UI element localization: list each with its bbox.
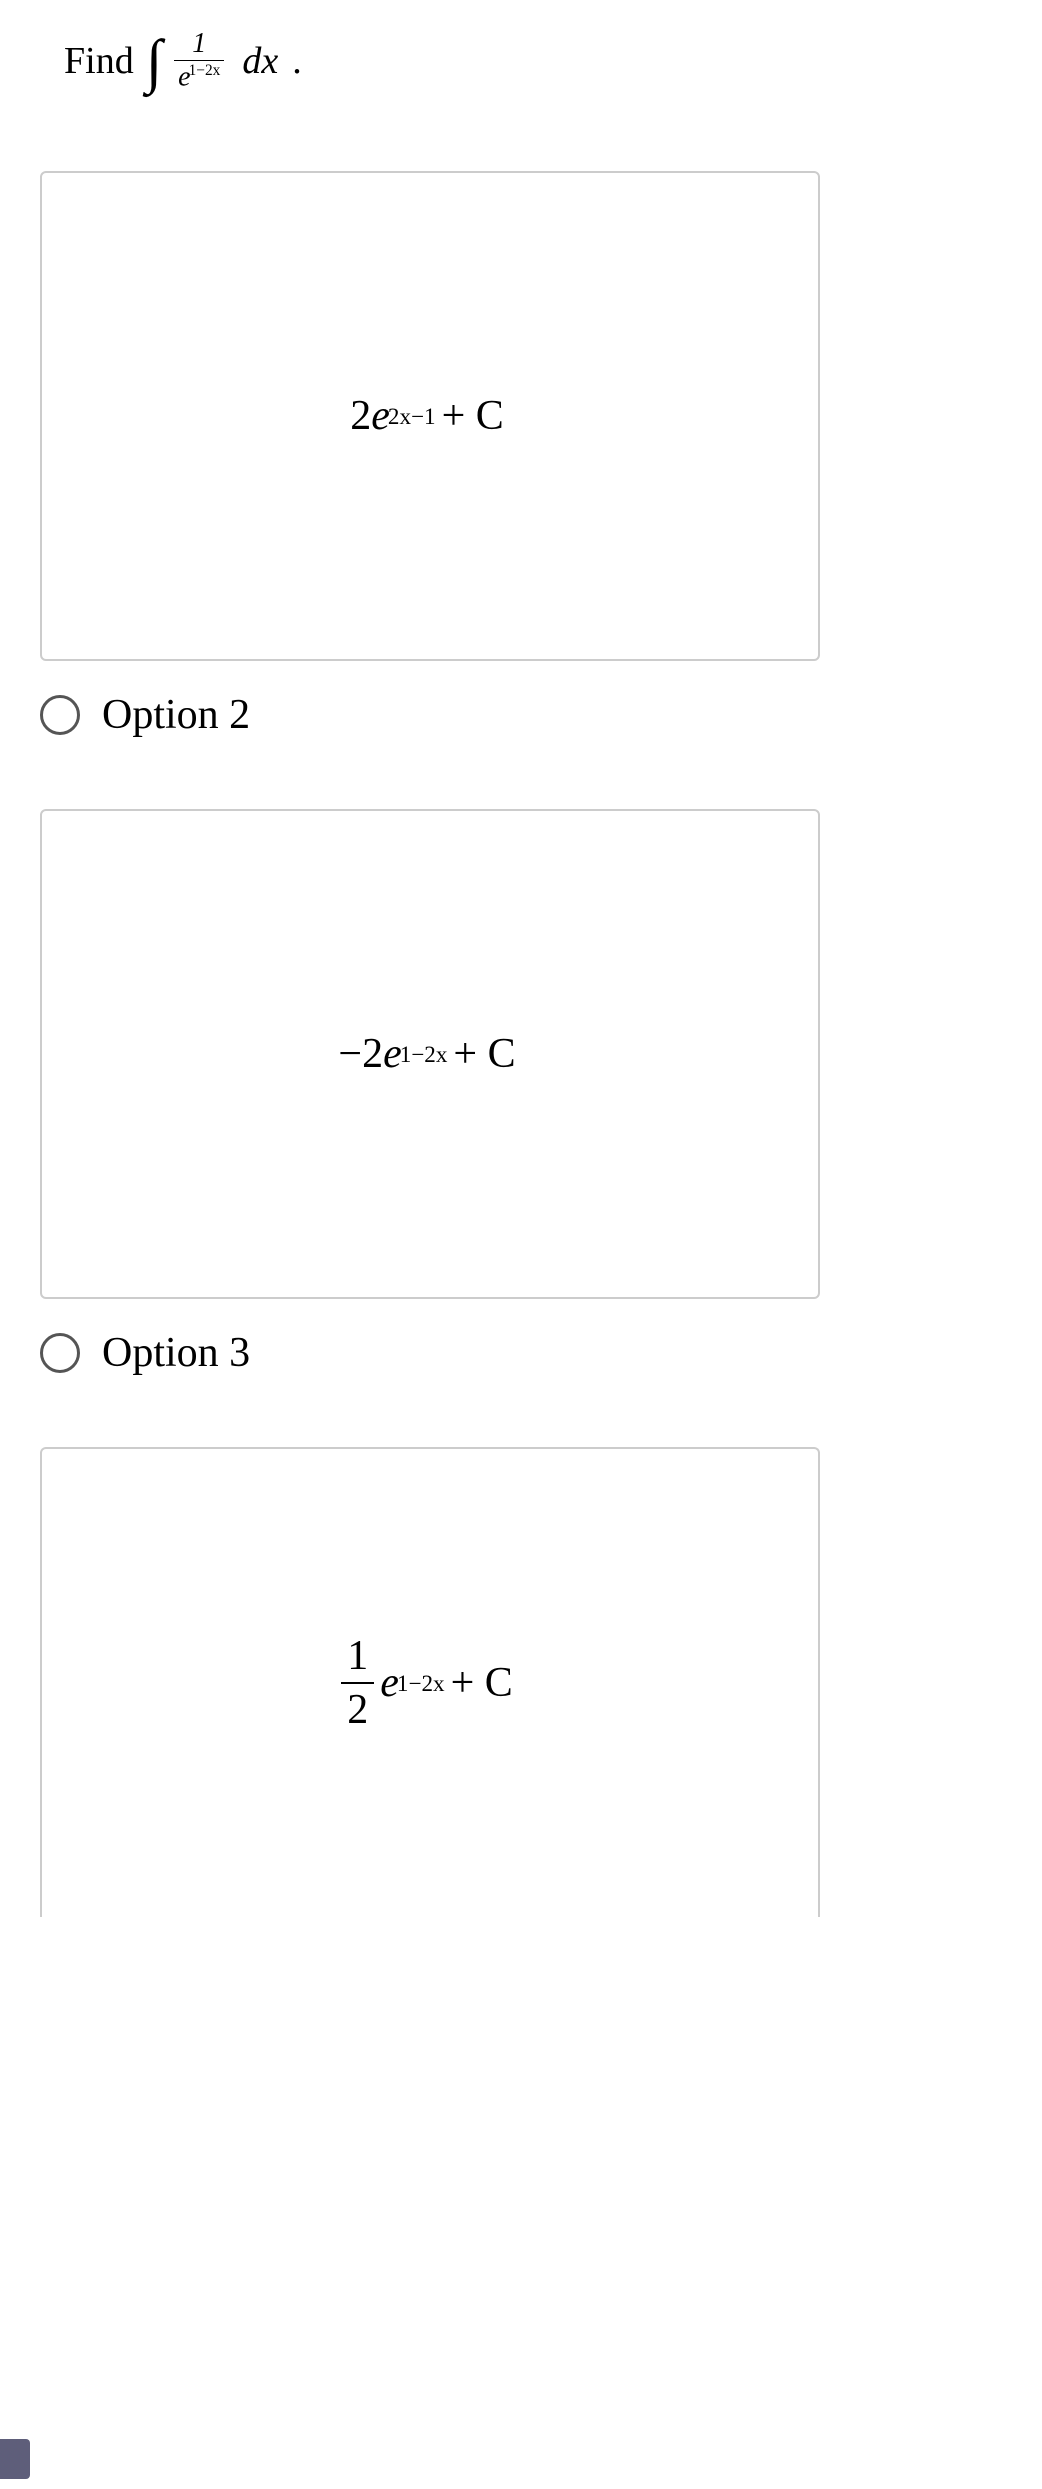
option-expression: 1 2 e1−2x + C — [341, 1633, 519, 1733]
option-expression: 2e2x−1 + C — [350, 392, 510, 440]
integral-sign: ∫ — [146, 31, 162, 91]
option-group: 1 2 e1−2x + C — [40, 1447, 1002, 1917]
radio-icon[interactable] — [40, 1333, 80, 1373]
option-group: −2e1−2x + C Option 3 — [40, 809, 1002, 1377]
option-radio-row[interactable]: Option 3 — [40, 1329, 1002, 1377]
side-badge[interactable] — [0, 2439, 30, 2479]
integrand-fraction: 1 e1−2x — [174, 30, 224, 91]
question-prompt: Find ∫ 1 e1−2x dx . — [40, 30, 1002, 91]
option-expression: −2e1−2x + C — [338, 1030, 521, 1078]
fraction-denominator: e1−2x — [174, 60, 224, 91]
option-label: Option 2 — [102, 691, 250, 739]
option-box: 2e2x−1 + C — [40, 171, 820, 661]
option-box: 1 2 e1−2x + C — [40, 1447, 820, 1917]
radio-icon[interactable] — [40, 695, 80, 735]
period: . — [292, 39, 302, 83]
fraction-numerator: 1 — [188, 30, 210, 60]
fraction: 1 2 — [341, 1633, 374, 1733]
dx-text: dx — [242, 39, 278, 83]
prompt-text: Find — [64, 39, 134, 83]
option-label: Option 3 — [102, 1329, 250, 1377]
option-box: −2e1−2x + C — [40, 809, 820, 1299]
integral-expression: ∫ 1 e1−2x dx . — [146, 30, 302, 91]
option-group: 2e2x−1 + C Option 2 — [40, 171, 1002, 739]
option-radio-row[interactable]: Option 2 — [40, 691, 1002, 739]
